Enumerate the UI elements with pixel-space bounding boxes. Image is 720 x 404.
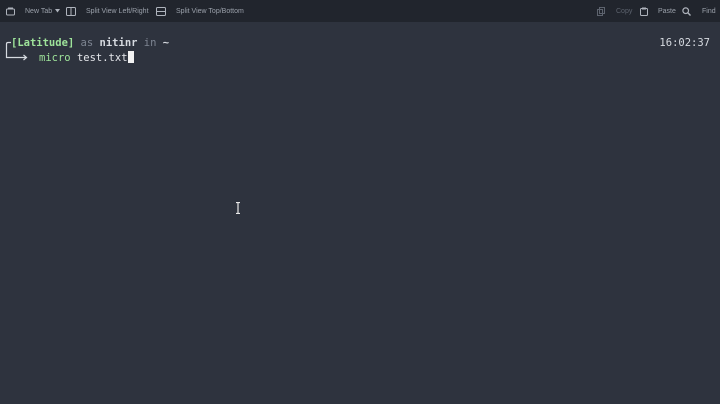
find-label: Find (702, 7, 716, 15)
paste-icon (640, 7, 648, 16)
find-button[interactable]: Find (682, 0, 716, 22)
prompt-in: in (143, 37, 157, 49)
paste-button[interactable]: Paste (640, 0, 676, 22)
split-left-right-button[interactable]: Split View Left/Right (66, 0, 149, 22)
copy-icon (597, 6, 605, 16)
prompt-host: [Latitude] (11, 37, 75, 49)
paste-label: Paste (658, 7, 676, 15)
new-tab-button[interactable]: New Tab (6, 0, 52, 22)
command-line[interactable]: micro test.txt (39, 51, 134, 64)
new-tab-label: New Tab (25, 7, 53, 15)
terminal-cursor (127, 51, 134, 63)
toolbar: New Tab Split View Left/Right Split View… (0, 0, 720, 22)
prompt-user: nitinr (99, 37, 138, 49)
split-left-right-icon (66, 6, 76, 16)
copy-button[interactable]: Copy (597, 0, 632, 22)
new-tab-icon (6, 7, 15, 16)
command-argument: test.txt (76, 52, 128, 64)
copy-label: Copy (616, 7, 633, 15)
split-left-right-label: Split View Left/Right (86, 7, 149, 15)
split-top-bottom-icon (156, 6, 166, 16)
dropdown-icon (55, 9, 60, 13)
split-top-bottom-label: Split View Top/Bottom (176, 7, 244, 15)
prompt-clock: 16:02:37 (659, 37, 710, 49)
prompt-dir: ~ (162, 37, 170, 49)
prompt-as: as (80, 37, 94, 49)
terminal-area[interactable]: [Latitude] as nitinr in ~ 16:02:37 micro… (0, 22, 720, 404)
new-tab-dropdown[interactable] (55, 0, 60, 22)
split-top-bottom-button[interactable]: Split View Top/Bottom (156, 0, 244, 22)
prompt-line: [Latitude] as nitinr in ~ (11, 37, 169, 49)
text-cursor-icon (235, 202, 241, 214)
command-name: micro (39, 52, 71, 64)
search-icon (682, 6, 691, 16)
